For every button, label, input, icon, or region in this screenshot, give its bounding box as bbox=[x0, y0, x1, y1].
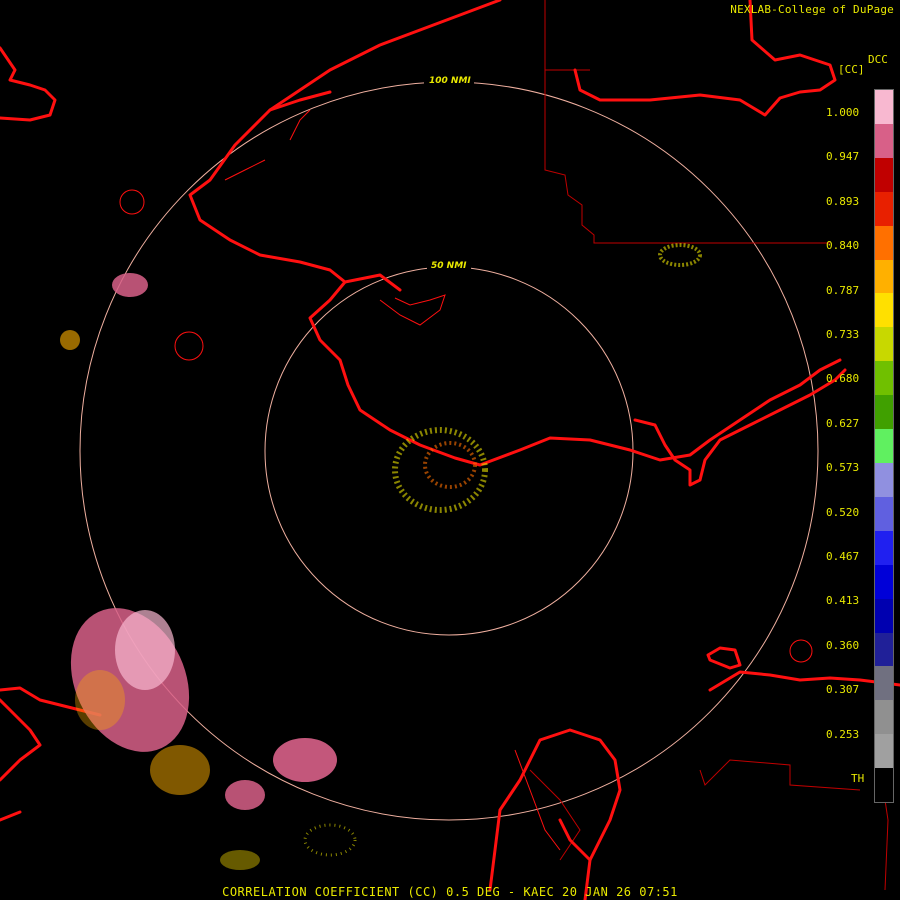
color-scale-segment bbox=[875, 225, 893, 260]
color-scale-segment bbox=[875, 462, 893, 497]
radar-map: 100 NMI 50 NMI bbox=[0, 0, 900, 900]
product-caption: CORRELATION COEFFICIENT (CC) 0.5 DEG - K… bbox=[222, 885, 678, 899]
color-scale-segment bbox=[875, 327, 893, 362]
credit-text: NEXLAB-College of DuPage bbox=[730, 3, 894, 16]
color-scale-segment bbox=[875, 90, 893, 124]
color-scale-segment bbox=[875, 496, 893, 531]
range-ring-50 bbox=[264, 266, 634, 636]
color-scale-segment bbox=[875, 598, 893, 633]
color-scale-tick-label: 0.307 bbox=[826, 683, 860, 697]
color-scale-tick-label: 0.840 bbox=[826, 239, 860, 253]
color-scale-bar bbox=[874, 89, 894, 803]
legend-unit: [CC] bbox=[838, 63, 865, 76]
color-scale-tick-label: 0.627 bbox=[826, 416, 860, 430]
color-scale-segment bbox=[875, 734, 893, 769]
legend-title: DCC bbox=[868, 53, 888, 66]
color-scale-tick-label: 0.680 bbox=[826, 372, 860, 386]
color-scale-segment bbox=[875, 429, 893, 463]
color-scale-tick-label: 0.360 bbox=[826, 638, 860, 652]
color-scale-segment bbox=[875, 700, 893, 735]
color-scale-tick-label: TH bbox=[851, 772, 865, 785]
color-scale-segment bbox=[875, 157, 893, 192]
color-scale-tick-label: 0.520 bbox=[826, 505, 860, 519]
color-scale-segment bbox=[875, 293, 893, 328]
admin-borders bbox=[529, 0, 889, 891]
ring-label-100: 100 NMI bbox=[429, 76, 471, 86]
color-scale-segment bbox=[875, 123, 893, 158]
color-scale-tick-label: 0.253 bbox=[826, 727, 860, 741]
color-scale-segment bbox=[875, 564, 893, 599]
color-scale-tick-label: 0.573 bbox=[826, 461, 860, 475]
color-scale-tick-label: 0.947 bbox=[826, 150, 860, 164]
color-scale-segment bbox=[875, 191, 893, 226]
color-scale-tick-label: 0.733 bbox=[826, 328, 860, 341]
color-scale-segment bbox=[875, 395, 893, 430]
color-scale-segment bbox=[875, 530, 893, 565]
color-scale-tick-label: 1.000 bbox=[826, 106, 860, 119]
coastlines bbox=[0, 0, 900, 900]
color-scale-segment bbox=[875, 361, 893, 396]
color-scale-tick-label: 0.787 bbox=[826, 283, 860, 297]
color-scale-segment bbox=[875, 666, 893, 701]
color-scale-tick-label: 0.467 bbox=[826, 550, 860, 563]
ring-label-50: 50 NMI bbox=[431, 261, 467, 271]
lakes bbox=[119, 109, 813, 851]
radar-echoes bbox=[60, 243, 702, 870]
color-scale-tick-label: 0.413 bbox=[826, 594, 860, 608]
color-scale-tick-label: 0.893 bbox=[826, 194, 860, 208]
color-scale-segment bbox=[875, 632, 893, 667]
color-scale-segment bbox=[875, 259, 893, 294]
